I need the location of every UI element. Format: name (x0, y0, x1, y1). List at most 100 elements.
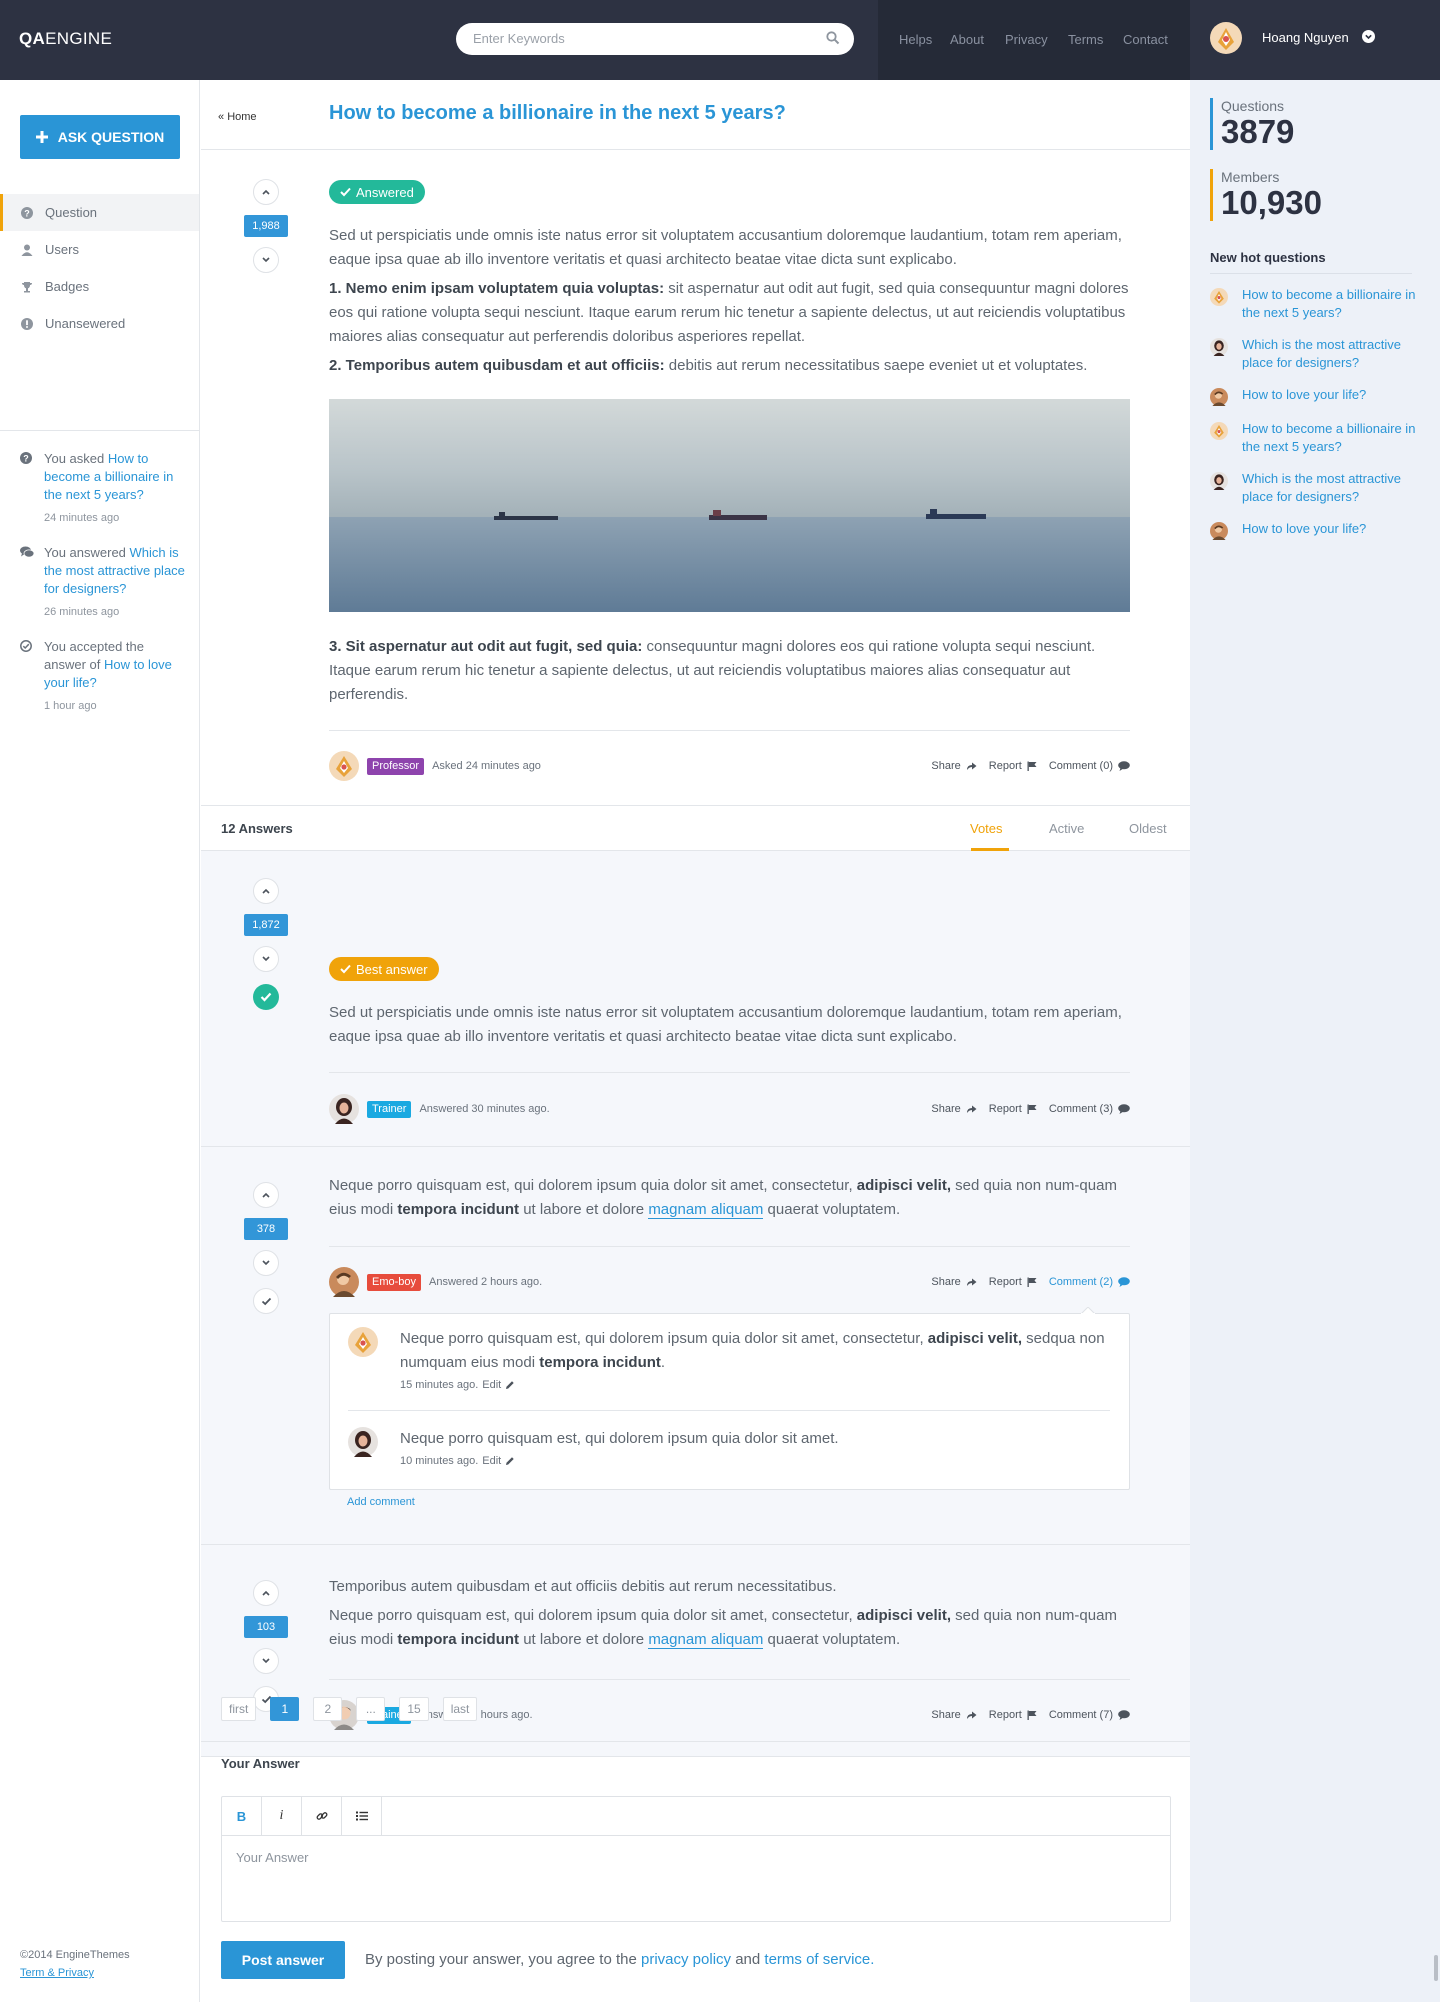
comment-icon (1118, 1277, 1130, 1287)
breadcrumb-home[interactable]: Home (227, 111, 256, 123)
best-answer-badge: Best answer (329, 957, 439, 981)
page-first[interactable]: first (221, 1697, 257, 1721)
comment-button[interactable]: Comment (3) (1049, 1103, 1130, 1115)
comment-button[interactable]: Comment (0) (1049, 760, 1130, 772)
vote-up-button[interactable] (253, 179, 279, 205)
comment-item: Neque porro quisquam est, qui dolorem ip… (348, 1327, 1110, 1407)
hot-question-link[interactable]: How to become a billionaire in the next … (1242, 420, 1420, 456)
pencil-icon[interactable] (505, 1456, 515, 1466)
page-2[interactable]: 2 (313, 1697, 343, 1721)
privacy-policy-link[interactable]: privacy policy (641, 1951, 731, 1968)
chevron-up-icon (262, 1192, 270, 1198)
add-comment-link[interactable]: Add comment (347, 1496, 415, 1508)
hot-question-item: How to love your life? (1210, 386, 1420, 406)
hot-question-item: Which is the most attractive place for d… (1210, 336, 1420, 372)
breadcrumb[interactable]: « Home (218, 111, 257, 123)
list-button[interactable] (342, 1797, 382, 1835)
comment-button[interactable]: Comment (7) (1049, 1709, 1130, 1721)
activity-item: You accepted the answer of How to love y… (20, 638, 185, 715)
sort-active-tab[interactable]: Active (1049, 821, 1084, 836)
post-answer-button[interactable]: Post answer (221, 1941, 345, 1979)
page-1[interactable]: 1 (270, 1697, 300, 1721)
nav-terms[interactable]: Terms (1068, 32, 1103, 47)
terms-link[interactable]: Term & Privacy (20, 1967, 94, 1979)
sort-oldest-tab[interactable]: Oldest (1129, 821, 1167, 836)
avatar[interactable] (348, 1327, 378, 1357)
search-input[interactable] (473, 31, 803, 46)
report-button[interactable]: Report (989, 1709, 1037, 1721)
edit-link[interactable]: Edit (482, 1455, 501, 1467)
terms-of-service-link[interactable]: terms of service. (764, 1951, 874, 1968)
link-button[interactable] (302, 1797, 342, 1835)
stat-questions: Questions 3879 (1210, 98, 1294, 150)
italic-button[interactable]: i (262, 1797, 302, 1835)
report-button[interactable]: Report (989, 1276, 1037, 1288)
accept-answer-button[interactable] (253, 1288, 279, 1314)
hot-question-link[interactable]: How to become a billionaire in the next … (1242, 286, 1420, 322)
bold-button[interactable]: B (222, 1797, 262, 1835)
answer-textarea[interactable] (222, 1836, 1170, 1921)
share-icon (966, 1105, 977, 1113)
flag-icon (1027, 761, 1037, 771)
svg-text:?: ? (24, 208, 30, 218)
hot-question-link[interactable]: How to love your life? (1242, 386, 1366, 406)
nav-privacy[interactable]: Privacy (1005, 32, 1048, 47)
divider (201, 1741, 1190, 1742)
edit-link[interactable]: Edit (482, 1379, 501, 1391)
menu-item-unanswered[interactable]: Unansewered (0, 305, 199, 342)
pagination: first 1 2 ... 15 last (221, 1697, 478, 1721)
vote-down-button[interactable] (253, 946, 279, 972)
right-sidebar: Questions 3879 Members 10,930 New hot qu… (1190, 80, 1440, 2002)
comment-icon (1118, 1104, 1130, 1114)
menu-item-users[interactable]: Users (0, 231, 199, 268)
page-ellipsis[interactable]: ... (356, 1697, 386, 1721)
vote-up-button[interactable] (253, 878, 279, 904)
nav-helps[interactable]: Helps (899, 32, 932, 47)
nav-contact[interactable]: Contact (1123, 32, 1168, 47)
avatar[interactable] (329, 751, 359, 781)
comments-icon (20, 544, 34, 621)
answer-item: 1,872 Best answer Sed ut perspiciatis un… (201, 851, 1190, 1147)
bold-text: 1. Nemo enim ipsam voluptatem quia volup… (329, 280, 665, 297)
activity-feed: ? You asked How to become a billionaire … (20, 450, 185, 732)
search-icon[interactable] (826, 31, 840, 45)
avatar (1210, 288, 1228, 306)
hot-question-link[interactable]: Which is the most attractive place for d… (1242, 336, 1420, 372)
share-button[interactable]: Share (931, 1709, 977, 1721)
vote-down-button[interactable] (253, 1648, 279, 1674)
share-button[interactable]: Share (931, 760, 977, 772)
vote-up-button[interactable] (253, 1182, 279, 1208)
menu-item-badges[interactable]: Badges (0, 268, 199, 305)
avatar[interactable] (329, 1267, 359, 1297)
pencil-icon[interactable] (505, 1380, 515, 1390)
ask-question-button[interactable]: ASK QUESTION (20, 115, 180, 159)
scrollbar[interactable] (1434, 1955, 1438, 1981)
inline-link[interactable]: magnam aliquam (648, 1631, 764, 1649)
report-button[interactable]: Report (989, 760, 1037, 772)
check-icon (340, 187, 351, 197)
share-button[interactable]: Share (931, 1276, 977, 1288)
nav-about[interactable]: About (950, 32, 984, 47)
hot-question-link[interactable]: How to love your life? (1242, 520, 1366, 540)
hot-question-link[interactable]: Which is the most attractive place for d… (1242, 470, 1420, 506)
logo[interactable]: QAENGINE (19, 29, 112, 49)
user-menu[interactable]: Hoang Nguyen (1190, 0, 1440, 80)
sort-votes-tab[interactable]: Votes (970, 821, 1003, 836)
avatar[interactable] (348, 1427, 378, 1457)
inline-link[interactable]: magnam aliquam (648, 1201, 764, 1219)
page-last[interactable]: last (442, 1697, 478, 1721)
page-15[interactable]: 15 (399, 1697, 429, 1721)
chevron-down-icon[interactable] (1362, 30, 1375, 43)
vote-down-button[interactable] (253, 247, 279, 273)
avatar[interactable] (329, 1094, 359, 1124)
report-button[interactable]: Report (989, 1103, 1037, 1115)
accepted-answer-button[interactable] (253, 984, 279, 1010)
vote-down-button[interactable] (253, 1250, 279, 1276)
hot-question-item: How to become a billionaire in the next … (1210, 286, 1420, 322)
share-button[interactable]: Share (931, 1103, 977, 1115)
answer-body: Neque porro quisquam est, qui dolorem ip… (329, 1177, 1117, 1219)
vote-up-button[interactable] (253, 1580, 279, 1606)
answer-editor: B i (221, 1796, 1171, 1922)
comment-button[interactable]: Comment (2) (1049, 1276, 1130, 1288)
menu-item-question[interactable]: ? Question (0, 194, 199, 231)
